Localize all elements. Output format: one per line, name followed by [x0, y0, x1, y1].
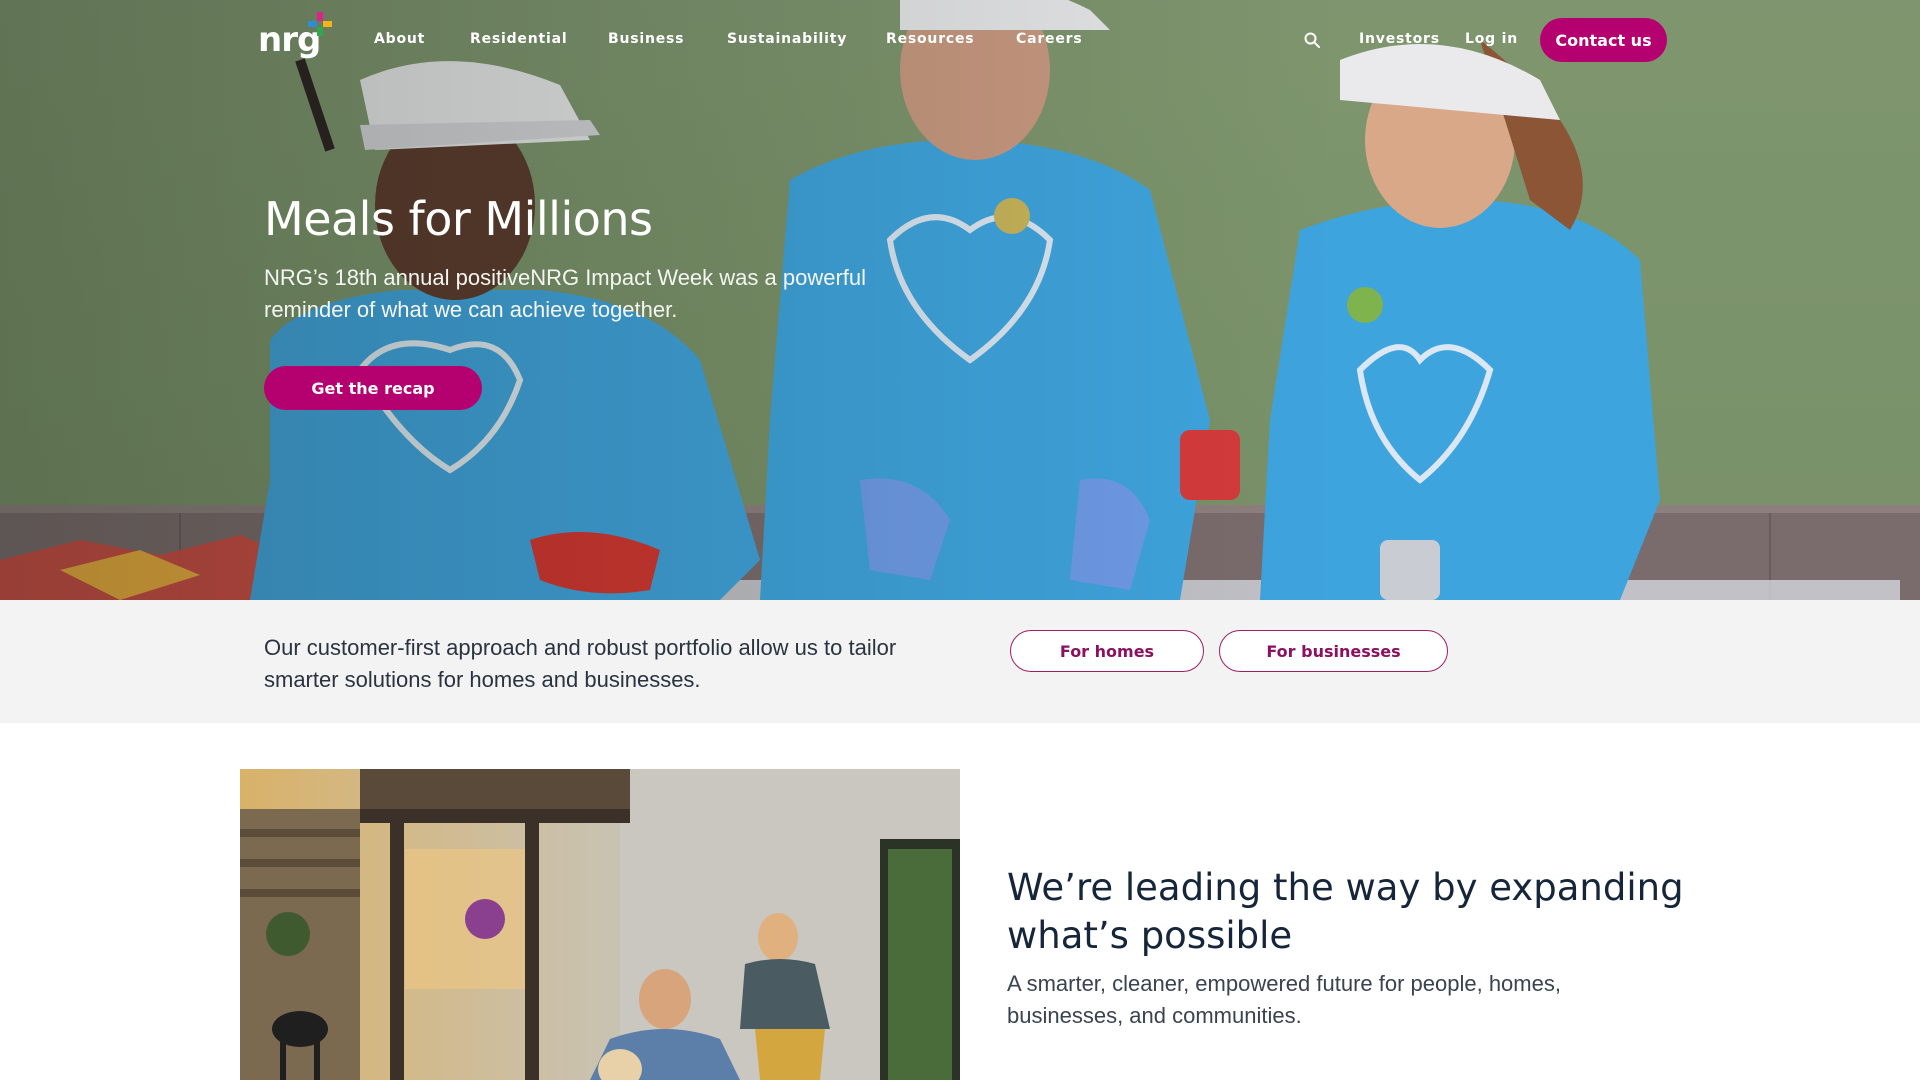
family-photo [240, 769, 960, 1080]
logo-sparkle-icon [308, 12, 332, 36]
nav-investors[interactable]: Investors [1359, 31, 1440, 47]
lead-heading: We’re leading the way by expanding what’… [1007, 866, 1684, 957]
get-recap-button[interactable]: Get the recap [264, 366, 482, 410]
lead-subtitle: A smarter, cleaner, empowered future for… [1007, 971, 1561, 1028]
hero-banner: nrg About Residential Business Sustainab… [0, 0, 1920, 600]
nav-business[interactable]: Business [608, 31, 684, 47]
nav-careers[interactable]: Careers [1016, 31, 1082, 47]
nav-residential[interactable]: Residential [470, 31, 567, 47]
audience-strip: Our customer-first approach and robust p… [0, 600, 1920, 723]
top-navigation: nrg About Residential Business Sustainab… [0, 0, 1920, 80]
nav-resources[interactable]: Resources [886, 31, 974, 47]
nrg-logo[interactable]: nrg [258, 12, 332, 64]
for-businesses-button[interactable]: For businesses [1219, 630, 1448, 672]
nav-login[interactable]: Log in [1465, 31, 1518, 47]
hero-title: Meals for Millions [264, 192, 653, 246]
family-house-image [240, 769, 960, 1080]
audience-text: Our customer-first approach and robust p… [264, 635, 897, 692]
search-icon[interactable] [1303, 31, 1321, 49]
contact-us-button[interactable]: Contact us [1540, 18, 1667, 62]
nav-sustainability[interactable]: Sustainability [727, 31, 847, 47]
for-homes-button[interactable]: For homes [1010, 630, 1204, 672]
nav-about[interactable]: About [374, 31, 425, 47]
hero-subtitle: NRG’s 18th annual positiveNRG Impact Wee… [264, 265, 867, 322]
